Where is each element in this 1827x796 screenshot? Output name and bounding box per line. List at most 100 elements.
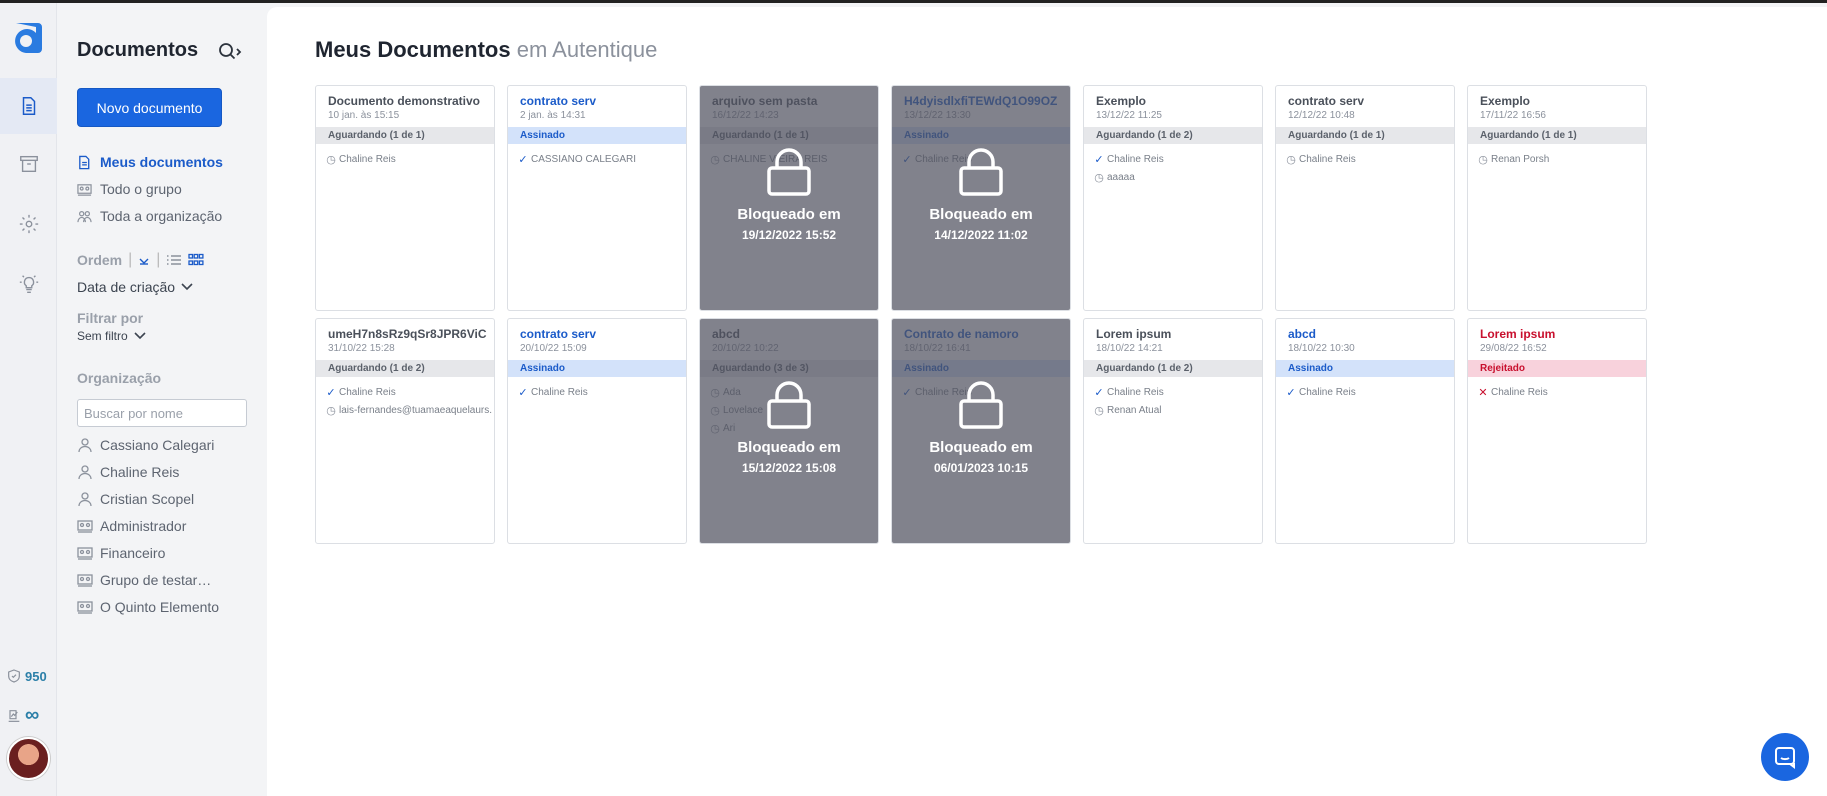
check-icon: ✓ [518,387,528,399]
document-card[interactable]: arquivo sem pasta16/12/22 14:23Aguardand… [699,85,879,311]
org-item[interactable]: Cassiano Calegari [77,437,214,453]
clock-icon: ◷ [326,405,336,417]
document-card[interactable]: abcd 18/10/22 10:30 Assinado ✓ Chaline Reis [1275,318,1455,544]
group-icon [77,574,93,587]
signer-name: lais-fernandes@tuamaeaquelaurs. [339,405,493,416]
filter-select[interactable]: Sem filtro [77,329,146,343]
signer-name: Chaline Reis [1299,387,1356,398]
signer-name: Chaline Reis [1107,154,1164,165]
status-badge: Assinado [1276,360,1454,377]
settings-nav-button[interactable] [0,196,57,252]
status-badge: Aguardando (1 de 1) [1276,127,1454,144]
document-card[interactable]: contrato serv 2 jan. às 14:31 Assinado ✓ CAS… [507,85,687,311]
signatures-indicator[interactable]: ∞ [6,704,39,727]
organization-search-input[interactable] [77,399,247,427]
org-item-label: Cristian Scopel [100,491,195,507]
document-card[interactable]: Contrato de namoro18/10/22 16:41Assinado… [891,318,1071,544]
person-icon [78,465,92,480]
grid-view-icon[interactable] [188,253,204,267]
document-card[interactable]: Documento demonstrativo 10 jan. às 15:15 A… [315,85,495,311]
document-date: 2 jan. às 14:31 [520,110,586,121]
clock-icon: ◷ [1094,405,1104,417]
status-badge: Assinado [508,127,686,144]
group-icon [77,547,93,560]
signer-row: ◷ Chaline Reis [326,153,396,166]
org-item-label: Chaline Reis [100,464,180,480]
chat-button[interactable] [1761,733,1809,781]
document-date: 17/11/22 16:56 [1480,110,1546,121]
signer-row: ✓ CASSIANO CALEGARI [518,153,636,166]
sort-select[interactable]: Data de criação [77,279,193,295]
signer-row: ✓Chaline Reis [1094,153,1164,166]
nav-whole-organization[interactable]: Toda a organização [77,208,222,224]
signer-name: Chaline Reis [339,154,396,165]
credits-indicator[interactable]: 950 [6,668,47,684]
clock-icon: ◷ [1094,172,1104,184]
org-item[interactable]: Cristian Scopel [77,491,194,507]
signer-name: Chaline Reis [531,387,588,398]
document-icon [22,97,35,115]
document-card[interactable]: Exemplo 17/11/22 16:56 Aguardando (1 de 1)… [1467,85,1647,311]
org-item-label: O Quinto Elemento [100,599,220,615]
document-title: contrato serv [1288,94,1365,108]
document-card[interactable]: Exemplo 13/12/22 11:25 Aguardando (1 de 2)… [1083,85,1263,311]
filter-value: Sem filtro [77,329,128,343]
signer-row: ◷ Renan Porsh [1478,153,1549,166]
signer-row: ✓Chaline Reis [1094,386,1163,399]
document-card[interactable]: abcd20/10/22 10:22Aguardando (3 de 3)◷Ad… [699,318,879,544]
status-badge: Aguardando (1 de 1) [1468,127,1646,144]
locked-date: 06/01/2023 10:15 [933,461,1029,475]
nav-label: Toda a organização [100,208,223,224]
document-card[interactable]: Lorem ipsum 29/08/22 16:52 Rejeitado ✕ Chali… [1467,318,1647,544]
document-card[interactable]: H4dyisdlxfiTEWdQ1O99OZ13/12/22 13:30Assi… [891,85,1071,311]
lock-icon [767,148,811,196]
locked-date: 14/12/2022 11:02 [934,228,1028,242]
clock-icon: ◷ [1478,154,1488,166]
signer-row: ◷ aaaaa [1094,171,1135,184]
organization-label: Organização [77,370,162,386]
signer-name: Chaline Reis [1491,387,1548,398]
nav-whole-group[interactable]: Todo o grupo [77,181,182,197]
page-title-main: Meus Documentos [315,37,511,62]
status-badge: Assinado [508,360,686,377]
lightbulb-icon [19,275,38,293]
chat-icon [1775,747,1795,769]
locked-date: 19/12/2022 15:52 [741,228,837,242]
document-title: Documento demonstrativo [328,94,481,108]
status-badge: Rejeitado [1468,360,1646,377]
org-item[interactable]: O Quinto Elemento [77,599,219,615]
list-view-icon[interactable] [166,253,182,267]
chevron-down-icon [134,332,146,340]
org-item[interactable]: Administrador [77,518,186,534]
app-rail: 950 ∞ [0,3,57,796]
new-document-button[interactable]: Novo documento [77,88,222,127]
org-item[interactable]: Grupo de testar… [77,572,211,588]
signer-row: ✕ Chaline Reis [1478,386,1548,399]
check-icon: ✓ [1094,154,1104,166]
document-card[interactable]: contrato serv 12/12/22 10:48 Aguardando (1… [1275,85,1455,311]
tips-nav-button[interactable] [0,256,57,312]
sort-direction-icon[interactable] [138,254,150,266]
archive-nav-button[interactable] [0,136,57,192]
document-title: Exemplo [1096,94,1147,108]
person-icon [78,492,92,507]
signer-row: ✓Chaline Reis [326,386,395,399]
search-icon[interactable] [217,41,243,63]
locked-overlay: Bloqueado em 14/12/2022 11:02 [892,86,1070,310]
avatar[interactable] [7,737,50,780]
document-card[interactable]: umeH7n8sRz9qSr8JPR6ViC 31/10/22 15:28 Agua… [315,318,495,544]
group-icon [77,601,93,614]
nav-my-documents[interactable]: Meus documentos [77,154,223,170]
nav-label: Meus documentos [100,154,223,170]
org-item[interactable]: Financeiro [77,545,165,561]
check-icon: ✓ [326,387,336,399]
document-card[interactable]: contrato serv 20/10/22 15:09 Assinado ✓ Chal… [507,318,687,544]
autentique-logo[interactable] [10,19,46,55]
document-card[interactable]: Lorem ipsum 18/10/22 14:21 Aguardando (1 d… [1083,318,1263,544]
org-item[interactable]: Chaline Reis [77,464,179,480]
page-title: Meus Documentos em Autentique [315,37,657,63]
group-icon [77,520,93,533]
org-item-label: Cassiano Calegari [100,437,215,453]
clock-icon: ◷ [1286,154,1296,166]
documents-nav-button[interactable] [0,78,57,134]
